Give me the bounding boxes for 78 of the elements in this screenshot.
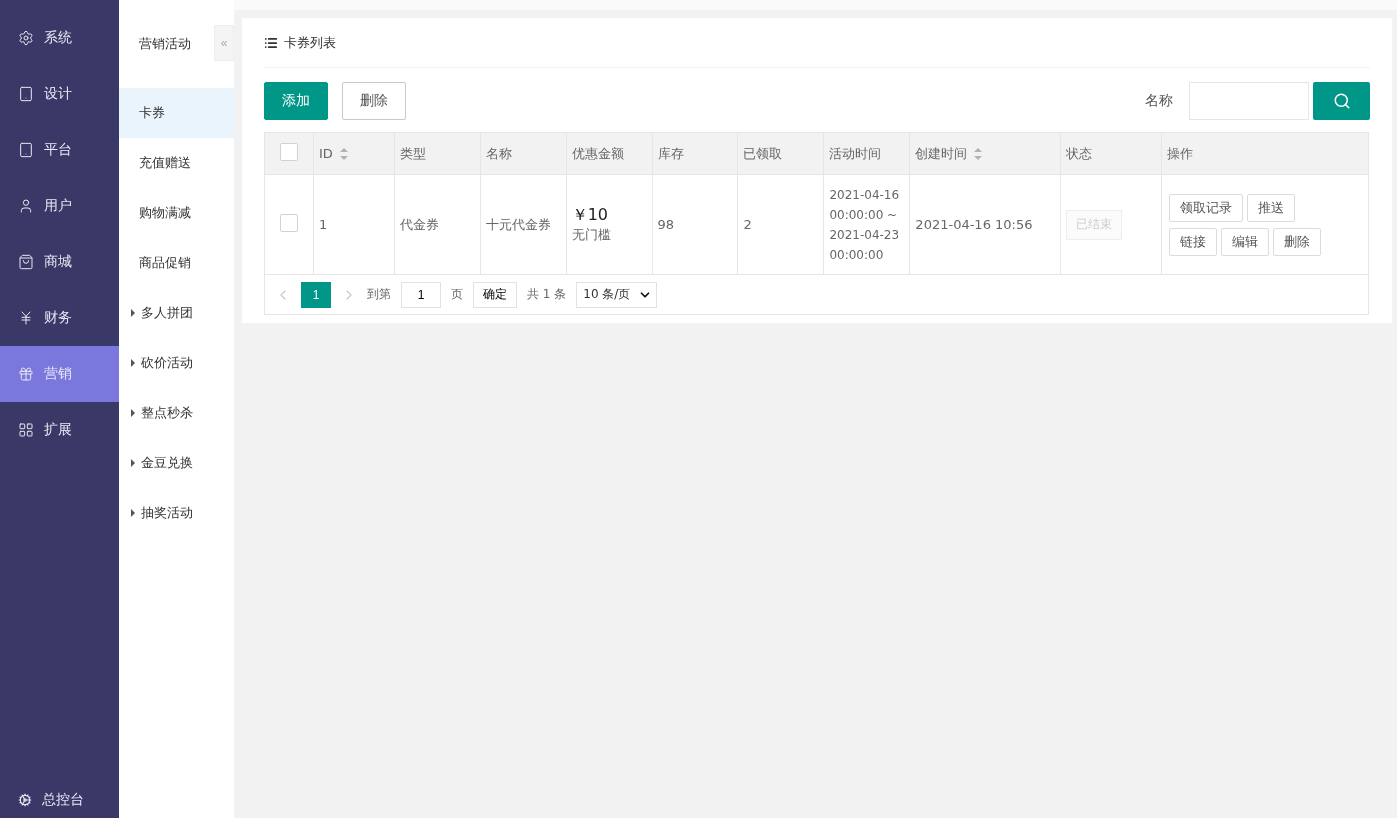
total-count: 共 1 条 <box>527 286 567 303</box>
search-field[interactable] <box>1189 82 1309 120</box>
triangle-icon <box>131 509 135 517</box>
sort-icon[interactable] <box>338 146 349 161</box>
column-header: 已领取 <box>743 144 783 163</box>
bag-icon <box>18 254 34 270</box>
checkbox[interactable] <box>280 143 298 161</box>
column-header: 活动时间 <box>829 144 882 163</box>
column-header: 类型 <box>399 144 426 163</box>
nav-item[interactable]: 平台 <box>0 122 119 178</box>
subnav-item[interactable]: 多人拼团 <box>119 288 234 338</box>
page-input[interactable]: 1 <box>401 281 441 308</box>
column-header: 创建时间 <box>915 144 968 163</box>
column-header: 名称 <box>485 144 512 163</box>
nav-item[interactable]: 用户 <box>0 178 119 234</box>
subnav-item[interactable]: 购物满减 <box>119 188 234 238</box>
search-icon <box>1332 92 1351 110</box>
goto-label: 到第 <box>367 286 391 303</box>
yen-icon <box>18 310 34 326</box>
tablet-icon <box>18 86 34 102</box>
table-cell: 代金券 <box>394 174 481 275</box>
action-button[interactable]: 推送 <box>1247 193 1296 222</box>
gift-icon <box>18 366 34 382</box>
column-header: 状态 <box>1066 144 1093 163</box>
column-header: 操作 <box>1167 144 1194 163</box>
gear-icon <box>18 30 34 46</box>
amount-value: ￥10 <box>571 205 610 226</box>
sort-icon[interactable] <box>973 146 984 161</box>
card-title: 卡券列表 <box>284 33 336 52</box>
triangle-icon <box>131 309 135 317</box>
table-cell: 98 <box>652 174 738 275</box>
search-button[interactable] <box>1313 82 1370 120</box>
nav-item[interactable]: 扩展 <box>0 402 119 458</box>
subnav-item[interactable]: 充值赠送 <box>119 138 234 188</box>
subnav-item[interactable]: 整点秒杀 <box>119 388 234 438</box>
table-cell: 2 <box>738 174 824 275</box>
delete-button[interactable]: 删除 <box>342 82 406 120</box>
page-size-select[interactable]: 10 条/页 <box>576 281 658 308</box>
action-button[interactable]: 领取记录 <box>1169 193 1244 222</box>
period-line: 2021-04-16 <box>829 186 901 204</box>
add-button[interactable]: 添加 <box>264 82 328 120</box>
period-line: 2021-04-23 <box>829 226 901 244</box>
confirm-button[interactable]: 确定 <box>473 281 517 308</box>
column-header: ID <box>318 146 333 161</box>
triangle-icon <box>131 459 135 467</box>
subnav-item[interactable]: 砍价活动 <box>119 338 234 388</box>
table-cell: 1 <box>313 174 395 275</box>
subnav-item[interactable]: 商品促销 <box>119 238 234 288</box>
triangle-icon <box>131 409 135 417</box>
user-icon <box>18 198 34 214</box>
subnav-item[interactable]: 卡券 <box>119 88 234 138</box>
period-line: 00:00:00 ~ <box>829 206 899 224</box>
column-header: 库存 <box>657 144 684 163</box>
nav-item[interactable]: 设计 <box>0 66 119 122</box>
gear-icon <box>18 793 32 807</box>
page-unit: 页 <box>451 286 463 303</box>
nav-item[interactable]: 系统 <box>0 10 119 66</box>
page-button[interactable]: 1 <box>301 281 331 308</box>
table-cell: 2021-04-16 10:56 <box>909 174 1061 275</box>
tablet-icon <box>18 142 34 158</box>
nav-item[interactable]: 总控台 <box>0 782 119 818</box>
triangle-icon <box>131 359 135 367</box>
column-header: 优惠金额 <box>571 144 624 163</box>
grid-icon <box>18 422 34 438</box>
action-button[interactable]: 删除 <box>1273 227 1322 256</box>
list-icon <box>264 35 278 50</box>
subnav-title: 营销活动 <box>138 35 191 53</box>
subnav-item[interactable]: 抽奖活动 <box>119 488 234 538</box>
checkbox[interactable] <box>280 214 298 232</box>
action-button[interactable]: 编辑 <box>1221 227 1270 256</box>
table-cell: 十元代金券 <box>480 174 567 275</box>
threshold-note: 无门槛 <box>571 226 612 244</box>
nav-item[interactable]: 商城 <box>0 234 119 290</box>
search-label: 名称 <box>1145 92 1173 110</box>
subnav-item[interactable]: 金豆兑换 <box>119 438 234 488</box>
action-button[interactable]: 链接 <box>1169 227 1218 256</box>
period-line: 00:00:00 <box>829 246 885 264</box>
nav-item[interactable]: 财务 <box>0 290 119 346</box>
